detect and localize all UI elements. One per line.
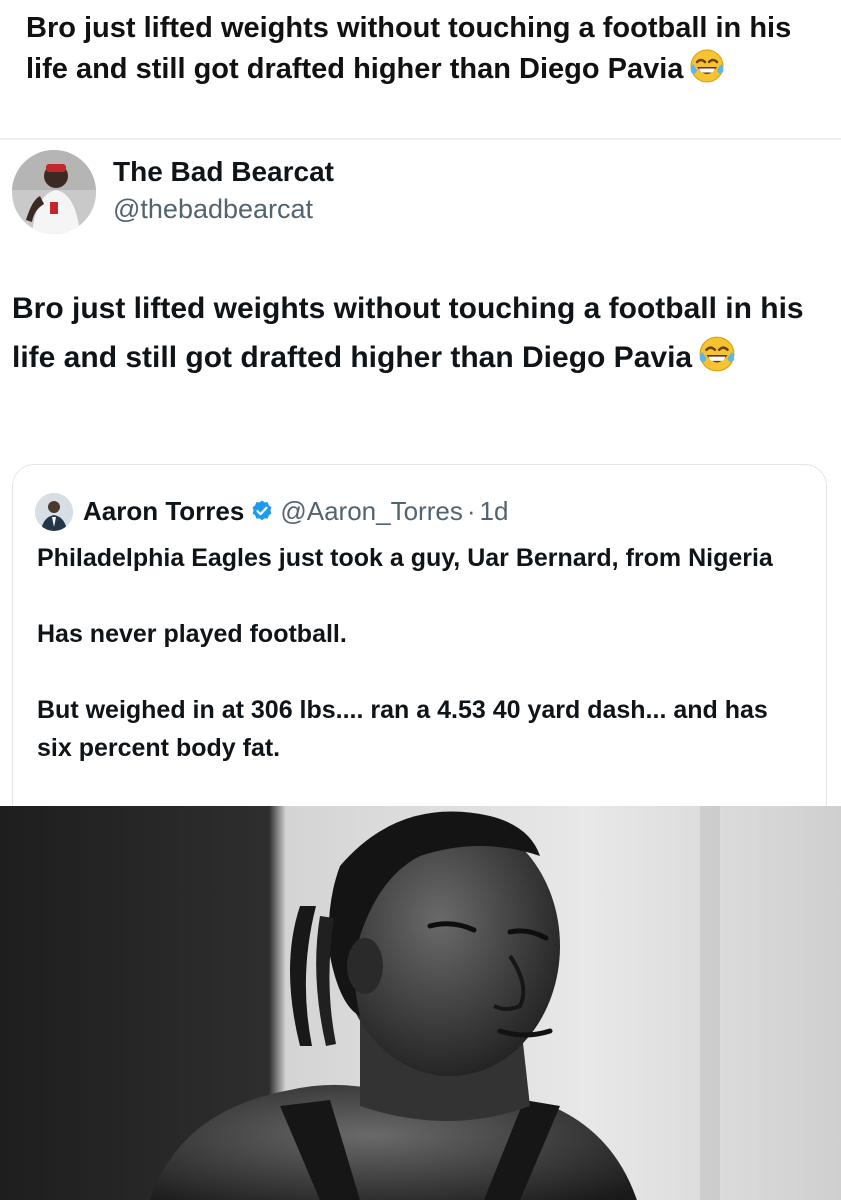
- post-caption: Bro just lifted weights without touching…: [26, 8, 816, 95]
- tears-of-joy-emoji-icon: [698, 335, 736, 388]
- quoted-tweet-paragraph: Philadelphia Eagles just took a guy, Uar…: [37, 544, 773, 572]
- quoted-author-name[interactable]: Aaron Torres: [83, 496, 244, 527]
- quoted-author-avatar[interactable]: [35, 493, 73, 531]
- separator-dot: ·: [466, 495, 476, 526]
- quoted-tweet-paragraph: But weighed in at 306 lbs.... ran a 4.53…: [37, 696, 768, 762]
- post-caption-text: Bro just lifted weights without touching…: [26, 12, 792, 85]
- verified-badge-icon: [250, 499, 274, 523]
- quoted-tweet-body: Philadelphia Eagles just took a guy, Uar…: [37, 539, 807, 805]
- quoted-author-handle[interactable]: @Aaron_Torres: [280, 496, 462, 527]
- quoted-tweet-time[interactable]: 1d: [480, 496, 509, 527]
- author-name[interactable]: The Bad Bearcat: [113, 156, 334, 188]
- tears-of-joy-emoji-icon: [689, 48, 725, 95]
- quoted-tweet-card[interactable]: Aaron Torres @Aaron_Torres · 1d Philadel…: [12, 464, 827, 844]
- divider: [0, 138, 841, 140]
- tweet-text-body: Bro just lifted weights without touching…: [12, 292, 804, 374]
- tweet-text: Bro just lifted weights without touching…: [12, 284, 827, 388]
- author-handle[interactable]: @thebadbearcat: [113, 194, 313, 225]
- quoted-tweet-header: Aaron Torres @Aaron_Torres · 1d: [83, 493, 508, 529]
- quoted-tweet-paragraph: Has never played football.: [37, 620, 347, 648]
- author-avatar[interactable]: [12, 150, 96, 234]
- athlete-photo[interactable]: [0, 806, 841, 1200]
